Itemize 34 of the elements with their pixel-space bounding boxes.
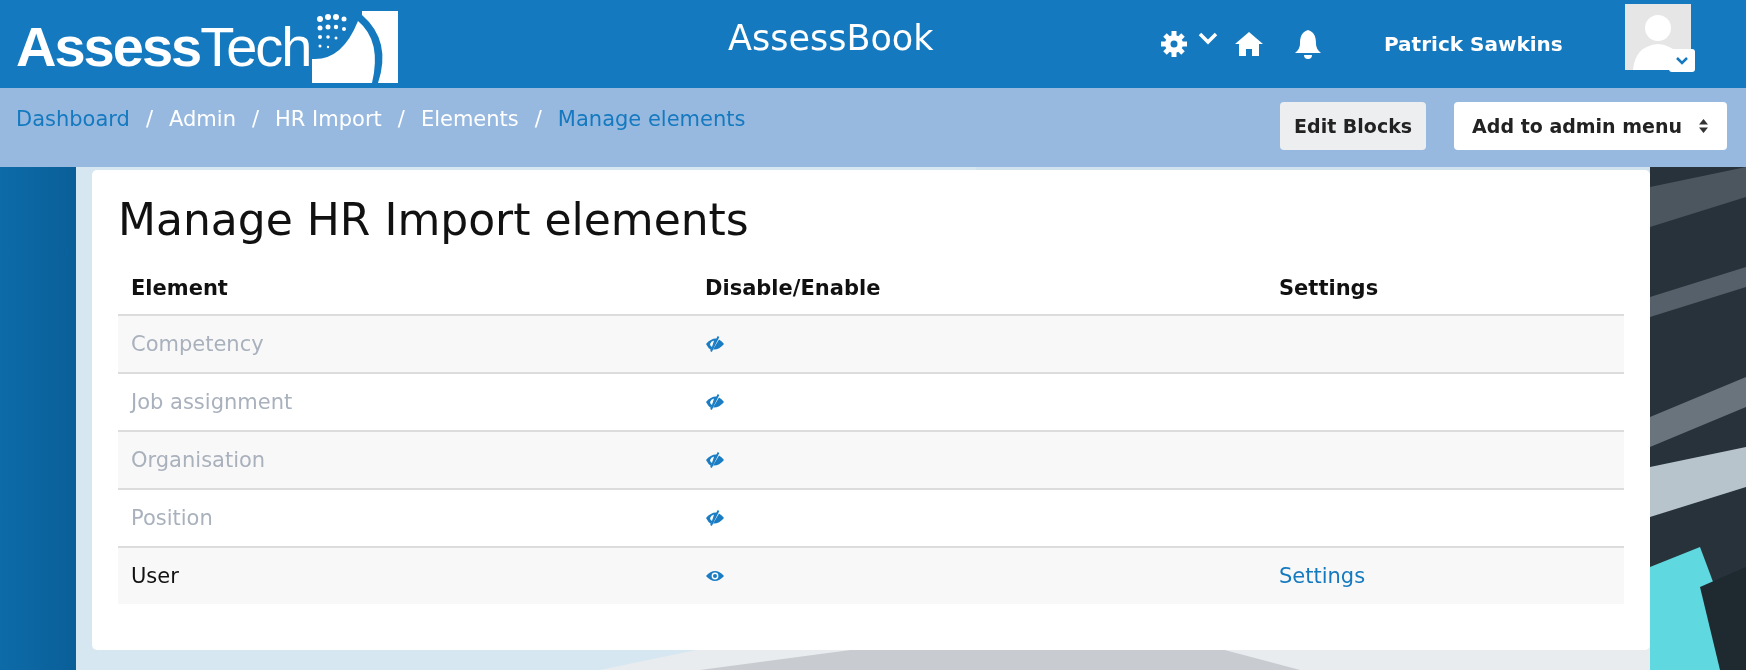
eye-slash-icon[interactable] [705,452,725,468]
home-icon[interactable] [1234,31,1264,57]
admin-menu-select[interactable]: Add to admin menu [1454,102,1727,150]
element-name: Position [131,506,213,530]
breadcrumb-separator: / [397,107,405,131]
column-header: Element [131,276,228,300]
eye-slash-icon[interactable] [705,336,725,352]
breadcrumb-link[interactable]: Manage elements [557,107,746,131]
breadcrumb-link[interactable]: Admin [169,107,236,131]
eye-slash-icon[interactable] [705,394,725,410]
breadcrumb-separator: / [534,107,542,131]
breadcrumb-link[interactable]: HR Import [275,107,382,131]
element-name: Job assignment [131,390,293,414]
element-name: Competency [131,332,264,356]
edit-blocks-button[interactable]: Edit Blocks [1280,102,1427,150]
logo-icon [312,11,399,83]
bell-icon[interactable] [1294,29,1322,59]
breadcrumb-separator: / [251,107,260,131]
settings-link[interactable]: Settings [1279,564,1366,588]
logo-text: AssessTech [16,19,311,80]
user-name[interactable]: Patrick Sawkins [1384,32,1563,56]
breadcrumb-link[interactable]: Elements [420,107,519,131]
breadcrumb-link[interactable]: Dashboard [16,107,130,131]
sort-caret-icon [1698,118,1709,134]
column-header: Disable/Enable [705,276,881,300]
eye-icon[interactable] [705,568,725,584]
eye-slash-icon[interactable] [705,510,725,526]
page-title: Manage HR Import elements [118,193,749,247]
element-name: User [131,564,179,588]
column-header: Settings [1279,276,1379,300]
site-title: AssessBook [728,18,934,58]
avatar-icon[interactable] [1625,4,1695,72]
breadcrumb-separator: / [145,107,153,131]
element-name: Organisation [131,448,266,472]
